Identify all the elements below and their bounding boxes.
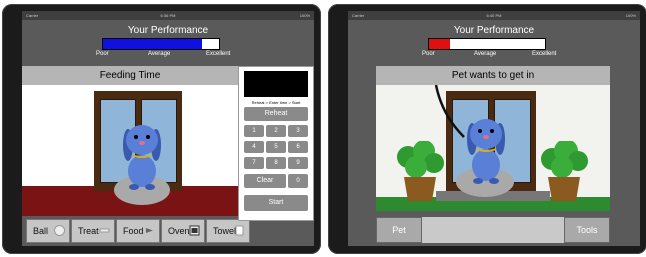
bottom-bar-spacer [422, 217, 564, 243]
ipad-left: Carrier 6:36 PM 100% Your Performance Po… [2, 4, 321, 254]
left-screen: Carrier 6:36 PM 100% Your Performance Po… [22, 11, 314, 246]
battery-label: 100% [299, 13, 310, 18]
scale-average: Average [474, 51, 497, 57]
dog-head [470, 119, 502, 149]
dog-eye-left [134, 135, 138, 139]
oven-icon [189, 225, 200, 236]
keypad-hint: Reheat > Enter time > Start [251, 100, 301, 105]
performance-title: Your Performance [127, 25, 209, 36]
key-4[interactable]: 4 [244, 141, 264, 153]
performance-bar-fill [103, 39, 202, 49]
tool-ball[interactable]: Ball [26, 219, 70, 243]
key-2[interactable]: 2 [266, 125, 286, 137]
tool-towel-label: Towel [213, 226, 237, 236]
right-screen: Carrier 6:40 PM 100% Your Performance Po… [348, 11, 640, 246]
performance-bar [102, 38, 220, 50]
key-5[interactable]: 5 [266, 141, 286, 153]
towel-icon [235, 225, 244, 236]
dog-paw-right [145, 184, 155, 190]
dog-body [472, 149, 500, 181]
scale-excellent: Excellent [206, 51, 231, 57]
tool-oven[interactable]: Oven [161, 219, 205, 243]
tool-treat[interactable]: Treat [71, 219, 115, 243]
tool-treat-label: Treat [78, 226, 99, 236]
scale-average: Average [148, 51, 171, 57]
porch-scene [376, 85, 610, 211]
performance-title: Your Performance [453, 25, 535, 36]
play-area: Feeding Time Ball Treat Food Oven Towel … [22, 66, 314, 246]
tool-food[interactable]: Food [116, 219, 160, 243]
play-area: Pet wants to get in Pet Tools [348, 66, 640, 246]
tool-ball-label: Ball [33, 226, 49, 236]
dog-head [126, 125, 158, 155]
clock: 6:36 PM [160, 13, 176, 18]
tool-food-label: Food [123, 226, 144, 236]
dog-character[interactable] [454, 109, 514, 189]
start-button[interactable]: Start [244, 195, 308, 211]
key-9[interactable]: 9 [288, 157, 308, 169]
key-0[interactable]: 0 [288, 174, 308, 188]
kitchen-scene [22, 85, 238, 216]
key-7[interactable]: 7 [244, 157, 264, 169]
tool-towel[interactable]: Towel [206, 219, 250, 243]
reheat-button[interactable]: Reheat [244, 107, 308, 121]
ipad-right: Carrier 6:40 PM 100% Your Performance Po… [328, 4, 646, 254]
status-bar: Carrier 6:36 PM 100% [22, 11, 314, 20]
potted-plant-right [541, 141, 588, 201]
pet-button[interactable]: Pet [376, 217, 422, 243]
microwave-keypad: Reheat > Enter time > Start Reheat 1 2 3… [238, 66, 314, 221]
key-1[interactable]: 1 [244, 125, 264, 137]
food-icon [146, 228, 153, 233]
tools-button[interactable]: Tools [564, 217, 610, 243]
scene-title: Pet wants to get in [376, 66, 610, 85]
tool-oven-label: Oven [168, 226, 190, 236]
performance-scale: Poor Average Excellent [22, 51, 314, 61]
potted-plant-left [397, 141, 444, 201]
performance-bar [428, 38, 546, 50]
scene-title: Feeding Time [22, 66, 238, 85]
battery-label: 100% [625, 13, 636, 18]
dog-paw-right [489, 178, 499, 184]
keypad-display [244, 71, 308, 97]
performance-bar-fill [429, 39, 450, 49]
clear-button[interactable]: Clear [244, 174, 286, 188]
key-8[interactable]: 8 [266, 157, 286, 169]
performance-scale: Poor Average Excellent [348, 51, 640, 61]
dog-nose [483, 135, 489, 139]
status-bar: Carrier 6:40 PM 100% [348, 11, 640, 20]
key-6[interactable]: 6 [288, 141, 308, 153]
clock: 6:40 PM [486, 13, 502, 18]
dog-body [128, 155, 156, 187]
scale-poor: Poor [422, 51, 435, 57]
dog-eye-right [490, 129, 494, 133]
scale-poor: Poor [96, 51, 109, 57]
dog-nose [139, 141, 145, 145]
dog-eye-right [146, 135, 150, 139]
dog-character[interactable] [110, 115, 170, 195]
scale-excellent: Excellent [532, 51, 557, 57]
ball-icon [54, 225, 65, 236]
bone-icon [99, 228, 110, 233]
dog-paw-left [473, 178, 483, 184]
key-3[interactable]: 3 [288, 125, 308, 137]
dog-eye-left [478, 129, 482, 133]
dog-paw-left [129, 184, 139, 190]
